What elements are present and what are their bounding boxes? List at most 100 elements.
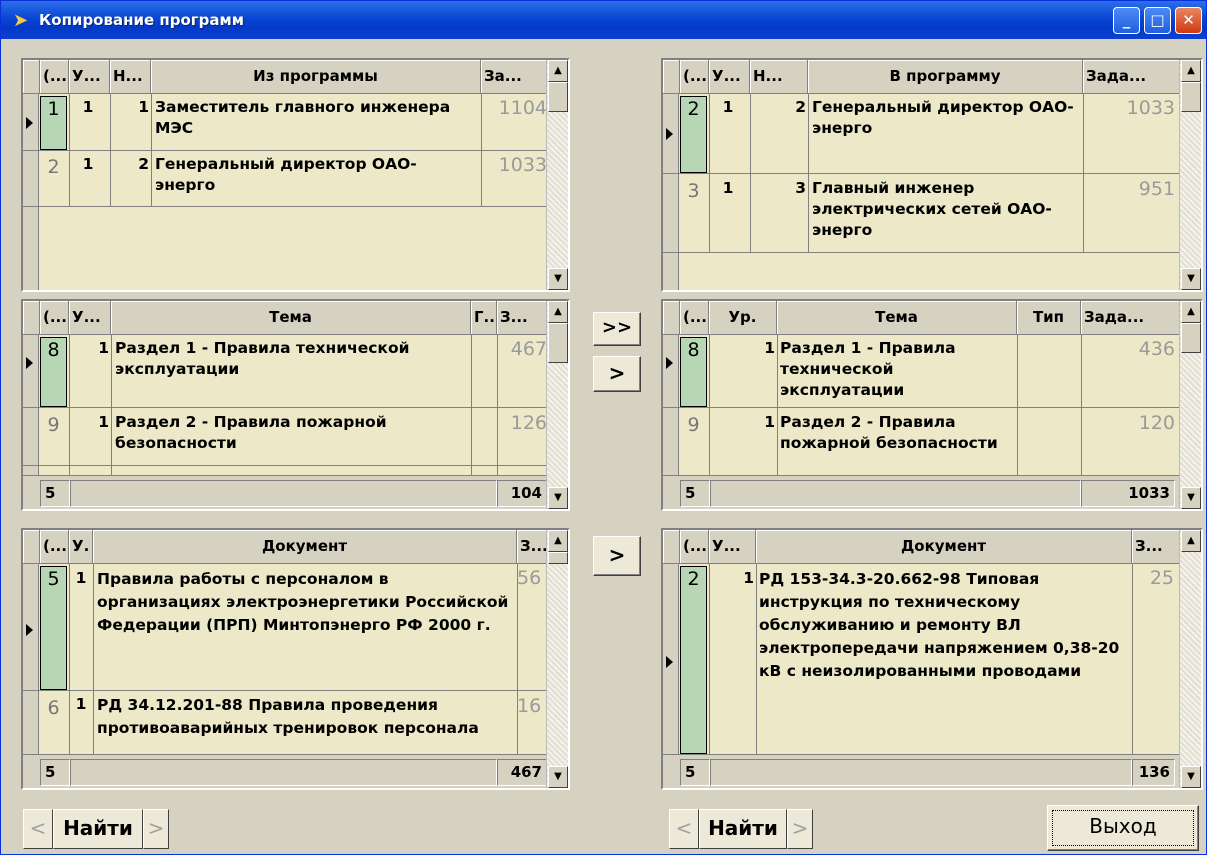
vertical-scrollbar[interactable]: ▲ ▼ xyxy=(546,60,568,290)
scroll-thumb[interactable] xyxy=(1181,323,1201,353)
scroll-down-icon[interactable]: ▼ xyxy=(1181,487,1201,509)
vertical-scrollbar[interactable]: ▲ ▼ xyxy=(546,301,568,509)
find-prev-button[interactable]: < xyxy=(23,809,53,849)
scroll-down-icon[interactable]: ▼ xyxy=(548,268,568,290)
row-number: 2 xyxy=(795,98,806,116)
footer-total: 136 xyxy=(1132,759,1175,786)
scroll-up-icon[interactable]: ▲ xyxy=(1181,530,1201,552)
title-bar: ➤ Копирование программ _ □ ✕ xyxy=(1,1,1206,39)
scroll-thumb[interactable] xyxy=(548,323,568,363)
row-id: 3 xyxy=(687,180,700,202)
minimize-button[interactable]: _ xyxy=(1113,7,1140,34)
col-header[interactable]: Ур. xyxy=(709,301,777,335)
col-header[interactable]: В программу xyxy=(808,60,1083,94)
row-name[interactable]: Главный инженер электрических сетей ОАО-… xyxy=(812,178,1077,241)
find-next-button[interactable]: > xyxy=(143,809,169,849)
maximize-button[interactable]: □ xyxy=(1144,7,1171,34)
col-header[interactable]: Н... xyxy=(110,60,151,94)
scroll-up-icon[interactable]: ▲ xyxy=(1181,60,1201,82)
exit-button[interactable]: Выход xyxy=(1047,805,1199,851)
to-documents-grid[interactable]: (... У... Документ З... 2 1 РД 153-34.3-… xyxy=(661,528,1203,790)
col-header[interactable]: (... xyxy=(680,530,709,564)
col-header[interactable]: З... xyxy=(517,530,549,564)
from-program-grid[interactable]: (... У... Н... Из программы За... 1 1 1 … xyxy=(21,58,570,292)
row-value: 56 xyxy=(517,568,541,589)
scroll-down-icon[interactable]: ▼ xyxy=(1181,268,1201,290)
col-header[interactable]: (... xyxy=(40,301,69,335)
scroll-up-icon[interactable]: ▲ xyxy=(548,301,568,323)
row-value: 126 xyxy=(510,413,547,434)
from-topics-grid[interactable]: (... У... Тема Г... З... 8 1 Раздел 1 - … xyxy=(21,299,570,511)
col-header[interactable]: Документ xyxy=(93,530,517,564)
col-header[interactable]: (... xyxy=(680,60,709,94)
row-level: 1 xyxy=(82,98,94,116)
col-header[interactable]: Тип xyxy=(1017,301,1081,335)
row-name[interactable]: Раздел 2 - Правила пожарной безопасности xyxy=(780,412,1010,474)
find-button-right[interactable]: Найти xyxy=(699,809,787,849)
current-row-arrow-icon xyxy=(666,656,673,668)
row-name[interactable]: Раздел 1 - Правила технической эксплуата… xyxy=(780,338,1010,405)
col-header[interactable]: (... xyxy=(680,301,709,335)
col-header[interactable]: З... xyxy=(1132,530,1182,564)
main-window: ➤ Копирование программ _ □ ✕ (... У... Н… xyxy=(0,0,1207,855)
col-divider xyxy=(93,564,94,754)
find-next-button-right[interactable]: > xyxy=(787,809,813,849)
row-name[interactable]: РД 153-34.3-20.662-98 Типовая инструкция… xyxy=(759,568,1127,683)
col-header[interactable]: Документ xyxy=(756,530,1132,564)
scroll-thumb[interactable] xyxy=(548,552,568,564)
row-id: 5 xyxy=(47,568,60,590)
row-name[interactable]: Правила работы с персоналом в организаци… xyxy=(97,568,511,637)
row-name[interactable]: РД 34.12.201-88 Правила проведения проти… xyxy=(97,694,511,754)
col-header[interactable]: (... xyxy=(40,530,69,564)
find-prev-button-right[interactable]: < xyxy=(669,809,699,849)
vertical-scrollbar[interactable]: ▲ ▼ xyxy=(546,530,568,788)
scroll-thumb[interactable] xyxy=(1181,82,1201,112)
col-header[interactable]: Н... xyxy=(750,60,808,94)
row-id: 9 xyxy=(47,414,60,436)
vertical-scrollbar[interactable]: ▲ ▼ xyxy=(1179,60,1201,290)
scroll-down-icon[interactable]: ▼ xyxy=(1181,766,1201,788)
scroll-up-icon[interactable]: ▲ xyxy=(548,530,568,552)
scroll-down-icon[interactable]: ▼ xyxy=(548,487,568,509)
vertical-scrollbar[interactable]: ▲ ▼ xyxy=(1179,530,1201,788)
col-header[interactable]: Г... xyxy=(471,301,497,335)
scroll-up-icon[interactable]: ▲ xyxy=(548,60,568,82)
current-row-arrow-icon xyxy=(666,357,673,369)
col-header[interactable]: Тема xyxy=(777,301,1017,335)
col-header[interactable]: (... xyxy=(40,60,69,94)
row-level: 1 xyxy=(764,339,775,357)
copy-document-button[interactable]: > xyxy=(593,536,641,576)
row-name[interactable]: Генеральный директор ОАО-энерго xyxy=(812,97,1077,139)
col-header[interactable]: Зада... xyxy=(1081,301,1182,335)
col-header[interactable]: За... xyxy=(481,60,549,94)
col-header[interactable]: Тема xyxy=(111,301,471,335)
vertical-scrollbar[interactable]: ▲ ▼ xyxy=(1179,301,1201,509)
col-header[interactable]: У... xyxy=(69,60,110,94)
copy-all-topics-button[interactable]: >> xyxy=(593,312,641,346)
col-header[interactable]: У... xyxy=(709,60,750,94)
col-header[interactable]: У... xyxy=(709,530,756,564)
row-name[interactable]: Генеральный директор ОАО-энерго xyxy=(155,154,475,196)
col-header[interactable]: З... xyxy=(497,301,549,335)
grid-footer: 5 104 xyxy=(23,475,549,509)
row-name[interactable]: Заместитель главного инженера МЭС xyxy=(155,97,475,139)
to-topics-grid[interactable]: (... Ур. Тема Тип Зада... 8 1 Раздел 1 -… xyxy=(661,299,1203,511)
row-name[interactable]: Раздел 2 - Правила пожарной безопасности xyxy=(115,412,465,454)
current-row-arrow-icon xyxy=(26,624,33,636)
current-row-arrow-icon xyxy=(26,357,33,369)
scroll-down-icon[interactable]: ▼ xyxy=(548,766,568,788)
col-header[interactable]: У... xyxy=(69,301,111,335)
col-header[interactable]: Зада... xyxy=(1083,60,1182,94)
scroll-thumb[interactable] xyxy=(548,82,568,112)
col-header[interactable]: Из программы xyxy=(151,60,481,94)
row-divider xyxy=(663,173,1182,174)
scroll-up-icon[interactable]: ▲ xyxy=(1181,301,1201,323)
to-program-grid[interactable]: (... У... Н... В программу Зада... 2 1 2… xyxy=(661,58,1203,292)
row-value: 25 xyxy=(1149,568,1174,589)
close-button[interactable]: ✕ xyxy=(1175,7,1202,34)
copy-topic-button[interactable]: > xyxy=(593,356,641,392)
from-documents-grid[interactable]: (... У. Документ З... 5 1 Правила работы… xyxy=(21,528,570,790)
find-button-left[interactable]: Найти xyxy=(53,809,143,849)
row-name[interactable]: Раздел 1 - Правила технической эксплуата… xyxy=(115,338,465,380)
col-header[interactable]: У. xyxy=(69,530,93,564)
